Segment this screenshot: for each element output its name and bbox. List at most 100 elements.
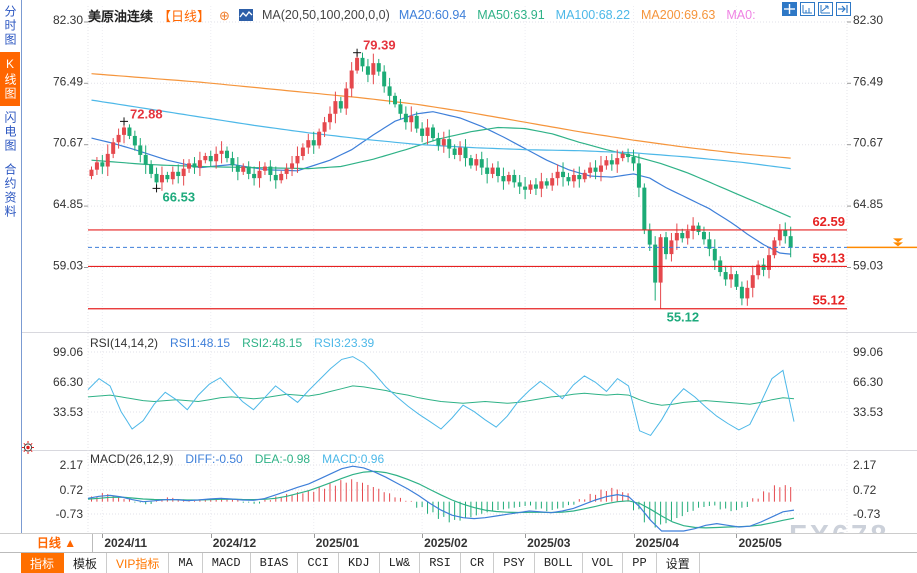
candle[interactable] xyxy=(534,184,538,188)
candle[interactable] xyxy=(577,175,581,179)
candle[interactable] xyxy=(426,128,430,136)
candle[interactable] xyxy=(285,169,289,174)
candle[interactable] xyxy=(339,101,343,108)
candle[interactable] xyxy=(106,154,110,167)
candle[interactable] xyxy=(393,96,397,104)
candle[interactable] xyxy=(409,116,413,122)
rsi-formula[interactable]: RSI(14,14,2) xyxy=(90,336,158,350)
candle[interactable] xyxy=(762,265,766,270)
candle[interactable] xyxy=(198,160,202,167)
candle[interactable] xyxy=(767,255,771,270)
candle[interactable] xyxy=(789,236,793,248)
candle[interactable] xyxy=(100,162,104,166)
candle[interactable] xyxy=(306,140,310,147)
candle[interactable] xyxy=(447,139,451,148)
candle[interactable] xyxy=(268,167,272,175)
candle[interactable] xyxy=(583,173,587,179)
candle[interactable] xyxy=(729,274,733,279)
sidebar-item-K线图[interactable]: K线图 xyxy=(0,52,20,106)
candle[interactable] xyxy=(171,172,175,179)
candle[interactable] xyxy=(637,163,641,187)
collapse-right-icon[interactable] xyxy=(836,2,851,16)
period-tag[interactable]: 【日线】 xyxy=(158,6,210,25)
candle[interactable] xyxy=(236,165,240,171)
candle[interactable] xyxy=(301,148,305,156)
sidebar-item-分时图[interactable]: 分时图 xyxy=(0,0,20,52)
pan-icon[interactable] xyxy=(782,2,797,16)
candle[interactable] xyxy=(442,139,446,145)
candle[interactable] xyxy=(615,158,619,164)
candle[interactable] xyxy=(653,245,657,283)
candle[interactable] xyxy=(214,154,218,161)
candle[interactable] xyxy=(529,184,533,189)
toolbar-tab-MACD[interactable]: MACD xyxy=(203,553,251,573)
candle[interactable] xyxy=(556,172,560,178)
toolbar-tab-VIP指标[interactable]: VIP指标 xyxy=(107,553,169,573)
candle[interactable] xyxy=(594,168,598,172)
candle[interactable] xyxy=(523,187,527,190)
toolbar-tab-LW&[interactable]: LW& xyxy=(380,553,421,573)
candle[interactable] xyxy=(388,86,392,95)
candle[interactable] xyxy=(648,230,652,245)
candle[interactable] xyxy=(610,160,614,164)
alarm-icon[interactable] xyxy=(22,441,34,457)
candle[interactable] xyxy=(491,168,495,174)
candle[interactable] xyxy=(566,177,570,181)
period-selector[interactable]: 日线 ▲ xyxy=(21,534,93,552)
candle[interactable] xyxy=(144,155,148,164)
toolbar-tab-RSI[interactable]: RSI xyxy=(420,553,461,573)
candle[interactable] xyxy=(680,233,684,238)
candle[interactable] xyxy=(518,182,522,186)
candle[interactable] xyxy=(588,168,592,173)
toolbar-tab-KDJ[interactable]: KDJ xyxy=(339,553,380,573)
candle[interactable] xyxy=(247,167,251,174)
candle[interactable] xyxy=(697,226,701,232)
toolbar-tab-MA[interactable]: MA xyxy=(169,553,202,573)
axis-trend-icon[interactable] xyxy=(818,2,833,16)
candle[interactable] xyxy=(111,142,115,154)
candle[interactable] xyxy=(333,101,337,114)
candle[interactable] xyxy=(474,159,478,165)
candle[interactable] xyxy=(740,287,744,299)
candle[interactable] xyxy=(138,145,142,154)
candle[interactable] xyxy=(550,178,554,185)
candle[interactable] xyxy=(404,114,408,122)
candle[interactable] xyxy=(279,174,283,180)
candle[interactable] xyxy=(485,168,489,174)
candle[interactable] xyxy=(344,88,348,108)
candle[interactable] xyxy=(382,72,386,87)
candle[interactable] xyxy=(127,128,131,136)
candle[interactable] xyxy=(90,170,94,176)
candle[interactable] xyxy=(463,148,467,159)
candle[interactable] xyxy=(572,175,576,181)
candle[interactable] xyxy=(675,233,679,240)
axis-scale-icon[interactable] xyxy=(800,2,815,16)
candle[interactable] xyxy=(783,230,787,236)
candle[interactable] xyxy=(431,128,435,139)
candle[interactable] xyxy=(274,175,278,180)
candle[interactable] xyxy=(328,114,332,122)
candle[interactable] xyxy=(155,174,159,182)
toolbar-tab-指标[interactable]: 指标 xyxy=(21,553,64,573)
candle[interactable] xyxy=(599,165,603,171)
candle[interactable] xyxy=(122,128,126,135)
kline-chart-icon[interactable] xyxy=(239,9,253,21)
toolbar-tab-设置[interactable]: 设置 xyxy=(657,553,700,573)
candle[interactable] xyxy=(220,151,224,154)
toolbar-tab-BOLL[interactable]: BOLL xyxy=(535,553,583,573)
macd-formula[interactable]: MACD(26,12,9) xyxy=(90,452,173,466)
candle[interactable] xyxy=(241,167,245,172)
candle[interactable] xyxy=(453,149,457,155)
candle[interactable] xyxy=(501,176,505,181)
candle[interactable] xyxy=(95,162,99,169)
candle[interactable] xyxy=(312,140,316,145)
candle[interactable] xyxy=(778,230,782,241)
candle[interactable] xyxy=(209,156,213,161)
candle[interactable] xyxy=(361,58,365,66)
candle[interactable] xyxy=(377,63,381,71)
candle[interactable] xyxy=(133,136,137,145)
candle[interactable] xyxy=(458,148,462,155)
candle[interactable] xyxy=(507,175,511,181)
candle[interactable] xyxy=(659,237,663,282)
candle[interactable] xyxy=(420,129,424,136)
